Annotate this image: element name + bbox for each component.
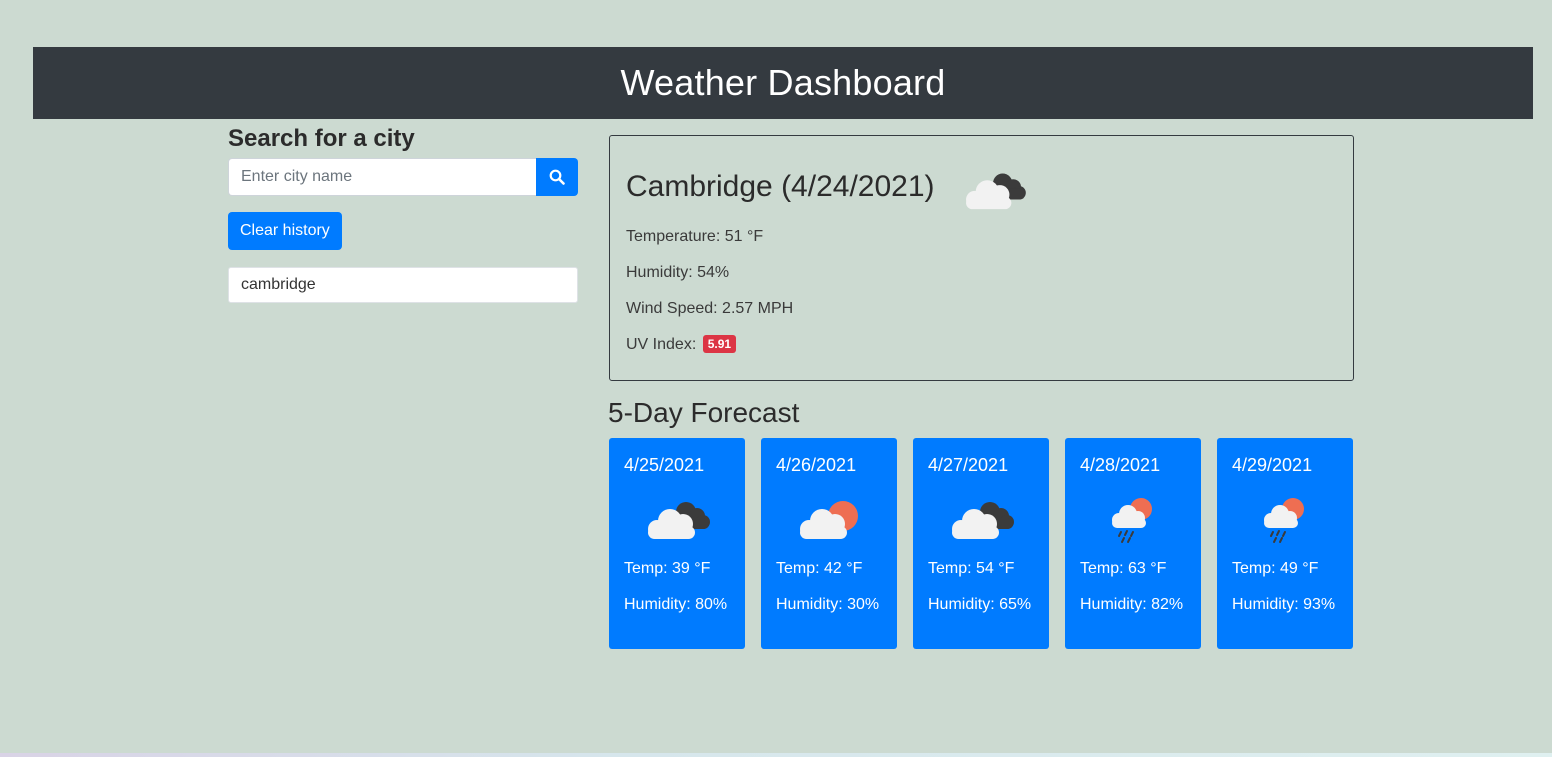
current-wind-speed: Wind Speed: 2.57 MPH xyxy=(626,300,794,317)
history-item[interactable]: cambridge xyxy=(228,267,578,303)
forecast-card: 4/26/2021 Temp: 42 °F Humidity: 30% xyxy=(761,438,897,649)
city-search-input[interactable] xyxy=(228,158,536,196)
forecast-date: 4/25/2021 xyxy=(624,455,705,475)
forecast-humidity: Humidity: 65% xyxy=(928,596,1032,613)
forecast-temp: Temp: 49 °F xyxy=(1232,560,1319,577)
current-stats: Temperature: 51 °F Humidity: 54% Wind Sp… xyxy=(626,226,1337,370)
broken-clouds-icon xyxy=(952,502,1014,539)
forecast-card: 4/29/2021 Temp: 49 °F Humidity: 93% xyxy=(1217,438,1353,649)
forecast-row: 4/25/2021 Temp: 39 °F Humidity: 80% 4/26… xyxy=(609,438,1353,649)
partly-cloudy-icon xyxy=(800,501,858,539)
current-weather-card: Cambridge (4/24/2021) Temperature: 51 °F… xyxy=(609,135,1354,381)
current-humidity: Humidity: 54% xyxy=(626,264,730,281)
forecast-heading: 5-Day Forecast xyxy=(608,397,800,428)
broken-clouds-icon xyxy=(648,502,710,539)
current-temperature: Temperature: 51 °F xyxy=(626,228,764,245)
clear-history-button[interactable]: Clear history xyxy=(228,212,342,250)
current-city-title: Cambridge (4/24/2021) xyxy=(626,170,935,203)
page-title: Weather Dashboard xyxy=(620,62,946,103)
forecast-card: 4/28/2021 Temp: 63 °F Humidity: 82% xyxy=(1065,438,1201,649)
forecast-card: 4/27/2021 Temp: 54 °F Humidity: 65% xyxy=(913,438,1049,649)
forecast-temp: Temp: 63 °F xyxy=(1080,560,1167,577)
broken-clouds-icon xyxy=(965,173,1026,210)
search-heading: Search for a city xyxy=(228,125,415,152)
forecast-temp: Temp: 54 °F xyxy=(928,560,1015,577)
search-button[interactable] xyxy=(536,158,578,196)
search-form xyxy=(228,158,578,196)
rain-sun-icon xyxy=(1112,498,1152,543)
forecast-date: 4/27/2021 xyxy=(928,455,1009,475)
forecast-temp: Temp: 39 °F xyxy=(624,560,711,577)
forecast-date: 4/26/2021 xyxy=(776,455,857,475)
search-history-list: cambridge xyxy=(228,267,578,303)
forecast-temp: Temp: 42 °F xyxy=(776,560,863,577)
search-sidebar: Search for a city Clear history cambridg… xyxy=(228,124,578,303)
search-icon xyxy=(549,169,565,185)
forecast-date: 4/29/2021 xyxy=(1232,455,1313,475)
uv-index-badge: 5.91 xyxy=(702,335,737,353)
page-header: Weather Dashboard xyxy=(33,47,1533,119)
forecast-card: 4/25/2021 Temp: 39 °F Humidity: 80% xyxy=(609,438,745,649)
current-uv-row: UV Index: 5.91 xyxy=(626,334,1337,370)
window-bottom-edge xyxy=(0,753,1552,757)
rain-sun-icon xyxy=(1264,498,1304,543)
uv-label: UV Index: xyxy=(626,336,697,353)
forecast-humidity: Humidity: 82% xyxy=(1080,596,1184,613)
forecast-humidity: Humidity: 30% xyxy=(776,596,880,613)
forecast-humidity: Humidity: 93% xyxy=(1232,596,1336,613)
forecast-humidity: Humidity: 80% xyxy=(624,596,728,613)
forecast-date: 4/28/2021 xyxy=(1080,455,1161,475)
current-title-row: Cambridge (4/24/2021) xyxy=(626,160,1337,214)
